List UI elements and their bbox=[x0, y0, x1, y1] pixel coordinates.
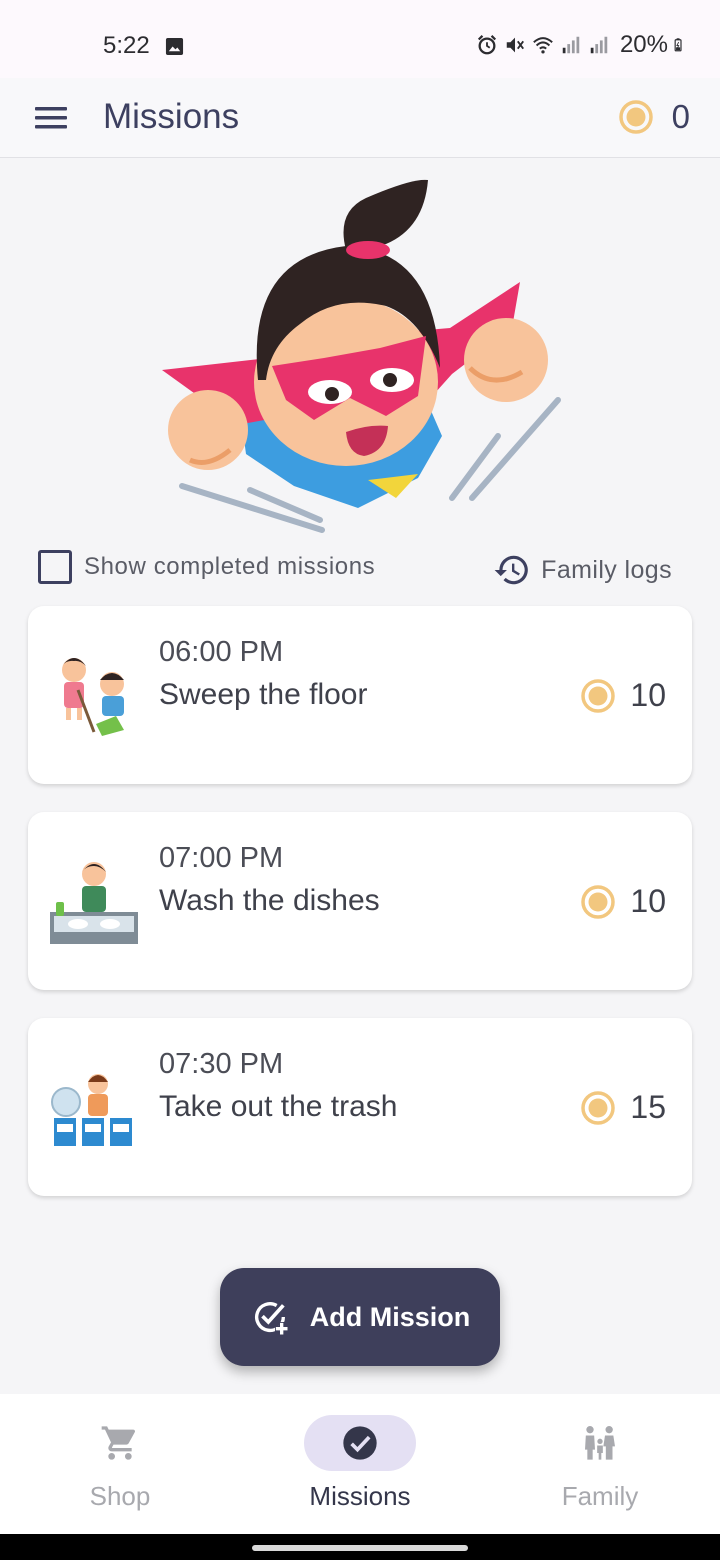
dishwashing-boy-illustration bbox=[50, 862, 138, 944]
trash-sorting-girl-illustration bbox=[51, 1074, 132, 1146]
show-completed-checkbox[interactable] bbox=[38, 550, 72, 584]
mission-reward: 15 bbox=[580, 1089, 666, 1126]
sweeping-kids-illustration bbox=[62, 658, 124, 736]
superhero-girl-illustration bbox=[162, 179, 561, 533]
image-notification-icon bbox=[165, 37, 184, 56]
add-task-icon bbox=[254, 1302, 289, 1336]
coin-icon bbox=[618, 100, 653, 134]
missions-screen: 5:22 20% Missions 0 Show completed missi… bbox=[0, 0, 720, 1560]
family-logs-label: Family logs bbox=[541, 555, 672, 584]
show-completed-label: Show completed missions bbox=[84, 553, 376, 580]
nav-icon-container bbox=[64, 1415, 176, 1471]
mission-time: 07:30 PM bbox=[159, 1048, 284, 1080]
mission-reward: 10 bbox=[580, 883, 666, 920]
nav-icon-container bbox=[544, 1415, 656, 1471]
coin-icon bbox=[581, 1090, 616, 1125]
coin-icon bbox=[581, 884, 616, 919]
mission-card[interactable]: 07:30 PM Take out the trash 15 bbox=[28, 1018, 692, 1196]
menu-button[interactable] bbox=[27, 98, 75, 138]
coin-icon bbox=[581, 678, 616, 713]
coin-balance[interactable]: 0 bbox=[618, 98, 690, 136]
mute-icon bbox=[506, 37, 524, 53]
mission-card[interactable]: 06:00 PM Sweep the floor 10 bbox=[28, 606, 692, 784]
mission-card[interactable]: 07:00 PM Wash the dishes 10 bbox=[28, 812, 692, 990]
history-icon bbox=[494, 555, 528, 585]
gesture-handle[interactable] bbox=[252, 1545, 468, 1551]
signal-1-icon bbox=[562, 36, 580, 54]
signal-2-icon bbox=[590, 36, 608, 54]
status-bar: 5:22 20% bbox=[0, 0, 720, 78]
mission-reward-value: 10 bbox=[630, 883, 666, 919]
mission-time: 07:00 PM bbox=[159, 842, 284, 874]
add-mission-label: Add Mission bbox=[309, 1301, 471, 1332]
alarm-icon bbox=[477, 35, 497, 55]
mission-reward: 10 bbox=[580, 677, 666, 714]
mission-reward-value: 15 bbox=[630, 1089, 666, 1125]
mission-time: 06:00 PM bbox=[159, 636, 284, 668]
nav-icon-container bbox=[304, 1415, 416, 1471]
nav-item-shop[interactable]: Shop bbox=[0, 1394, 240, 1534]
bottom-navigation: Shop Missions Family bbox=[0, 1394, 720, 1534]
page-title: Missions bbox=[103, 97, 240, 136]
nav-item-missions[interactable]: Missions bbox=[240, 1394, 480, 1534]
family-icon bbox=[585, 1426, 615, 1460]
nav-label: Family bbox=[561, 1481, 639, 1511]
app-bar: Missions 0 bbox=[0, 78, 720, 158]
nav-label: Shop bbox=[89, 1481, 151, 1511]
battery-charging-icon bbox=[674, 38, 682, 52]
mission-name: Wash the dishes bbox=[159, 884, 380, 917]
check-circle-icon bbox=[343, 1426, 377, 1460]
nav-item-family[interactable]: Family bbox=[480, 1394, 720, 1534]
mission-name: Sweep the floor bbox=[159, 678, 368, 711]
show-completed-toggle[interactable]: Show completed missions bbox=[38, 550, 375, 584]
coin-balance-value: 0 bbox=[671, 98, 690, 135]
wifi-icon bbox=[533, 37, 553, 54]
cart-icon bbox=[101, 1426, 136, 1460]
status-icons: 20% bbox=[476, 31, 688, 59]
nav-label: Missions bbox=[309, 1481, 411, 1511]
mission-reward-value: 10 bbox=[630, 677, 666, 713]
hamburger-menu-icon bbox=[35, 107, 67, 129]
system-gesture-bar bbox=[0, 1534, 720, 1560]
status-time: 5:22 bbox=[103, 32, 150, 59]
family-logs-button[interactable]: Family logs bbox=[493, 551, 672, 589]
mission-name: Take out the trash bbox=[159, 1090, 398, 1123]
battery-percent: 20% bbox=[619, 31, 668, 58]
add-mission-button[interactable]: Add Mission bbox=[220, 1268, 500, 1366]
